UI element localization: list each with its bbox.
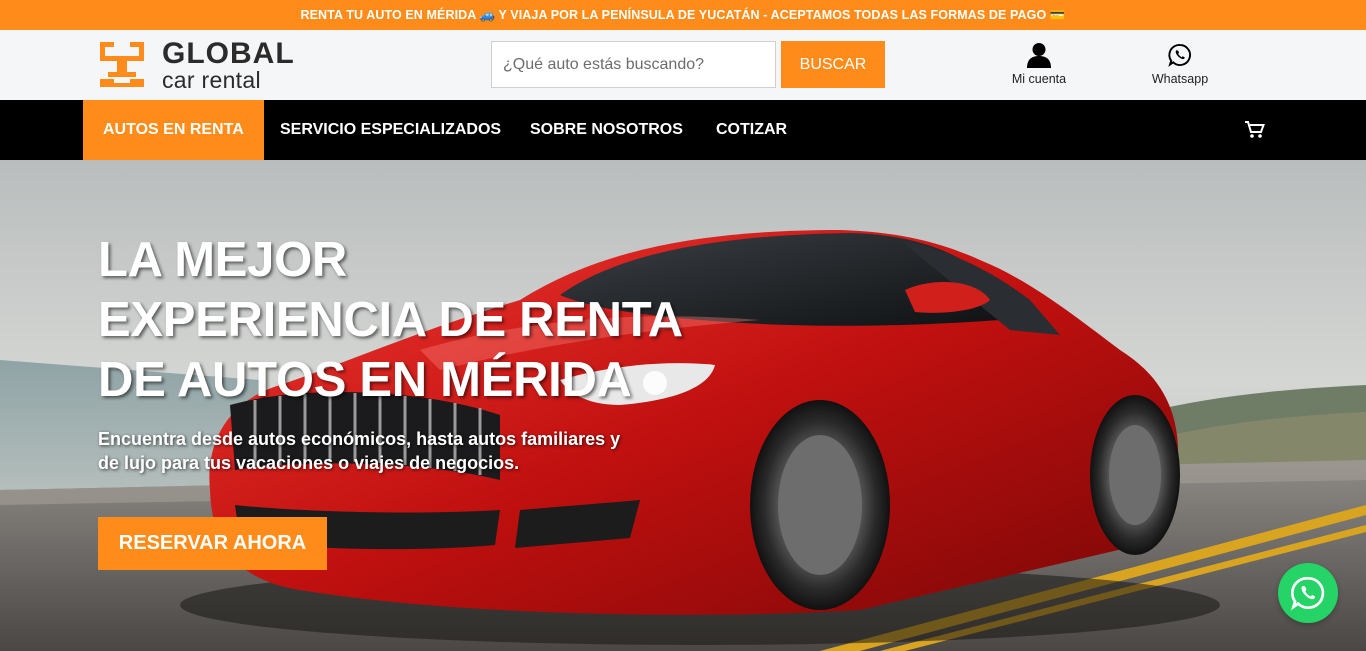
hero-title-line: EXPERIENCIA DE RENTA xyxy=(98,293,683,347)
whatsapp-icon xyxy=(1168,38,1192,72)
floating-whatsapp-button[interactable] xyxy=(1278,563,1338,623)
user-icon xyxy=(1026,38,1052,72)
nav-item-autos-en-renta[interactable]: AUTOS EN RENTA xyxy=(83,100,264,160)
hero-subtitle: Encuentra desde autos económicos, hasta … xyxy=(98,427,678,475)
announcement-text: RENTA TU AUTO EN MÉRIDA 🚙 Y VIAJA POR LA… xyxy=(300,7,1066,22)
hero-banner: LA MEJOR EXPERIENCIA DE RENTA DE AUTOS E… xyxy=(0,160,1366,651)
site-header: GLOBAL car rental BUSCAR Mi cuenta Whats… xyxy=(0,30,1366,100)
whatsapp-label: Whatsapp xyxy=(1151,72,1209,86)
search-button[interactable]: BUSCAR xyxy=(781,41,885,88)
hero-subtitle-line: Encuentra desde autos económicos, hasta … xyxy=(98,429,621,449)
nav-item-sobre-nosotros[interactable]: SOBRE NOSOTROS xyxy=(530,100,683,160)
search-input[interactable] xyxy=(491,41,776,88)
brand-logo[interactable]: GLOBAL car rental xyxy=(98,37,298,93)
account-label: Mi cuenta xyxy=(1011,72,1067,86)
brand-name-line1: GLOBAL xyxy=(162,37,295,70)
hero-subtitle-line: de lujo para tus vacaciones o viajes de … xyxy=(98,453,520,473)
nav-item-servicio-especializados[interactable]: SERVICIO ESPECIALIZADOS xyxy=(280,100,501,160)
reserve-now-button[interactable]: RESERVAR AHORA xyxy=(98,517,327,570)
logo-mark-icon xyxy=(100,42,144,87)
whatsapp-link[interactable]: Whatsapp xyxy=(1144,38,1216,86)
hero-title: LA MEJOR EXPERIENCIA DE RENTA DE AUTOS E… xyxy=(98,230,718,410)
whatsapp-icon xyxy=(1290,576,1325,611)
hero-title-line: DE AUTOS EN MÉRIDA xyxy=(98,353,632,407)
account-link[interactable]: Mi cuenta xyxy=(1003,38,1075,86)
hero-title-line: LA MEJOR xyxy=(98,233,347,287)
brand-name-line2: car rental xyxy=(162,67,261,93)
nav-item-cotizar[interactable]: COTIZAR xyxy=(716,100,787,160)
cart-icon[interactable] xyxy=(1245,121,1265,139)
main-nav: AUTOS EN RENTA SERVICIO ESPECIALIZADOS S… xyxy=(0,100,1366,160)
announcement-bar: RENTA TU AUTO EN MÉRIDA 🚙 Y VIAJA POR LA… xyxy=(0,0,1366,30)
